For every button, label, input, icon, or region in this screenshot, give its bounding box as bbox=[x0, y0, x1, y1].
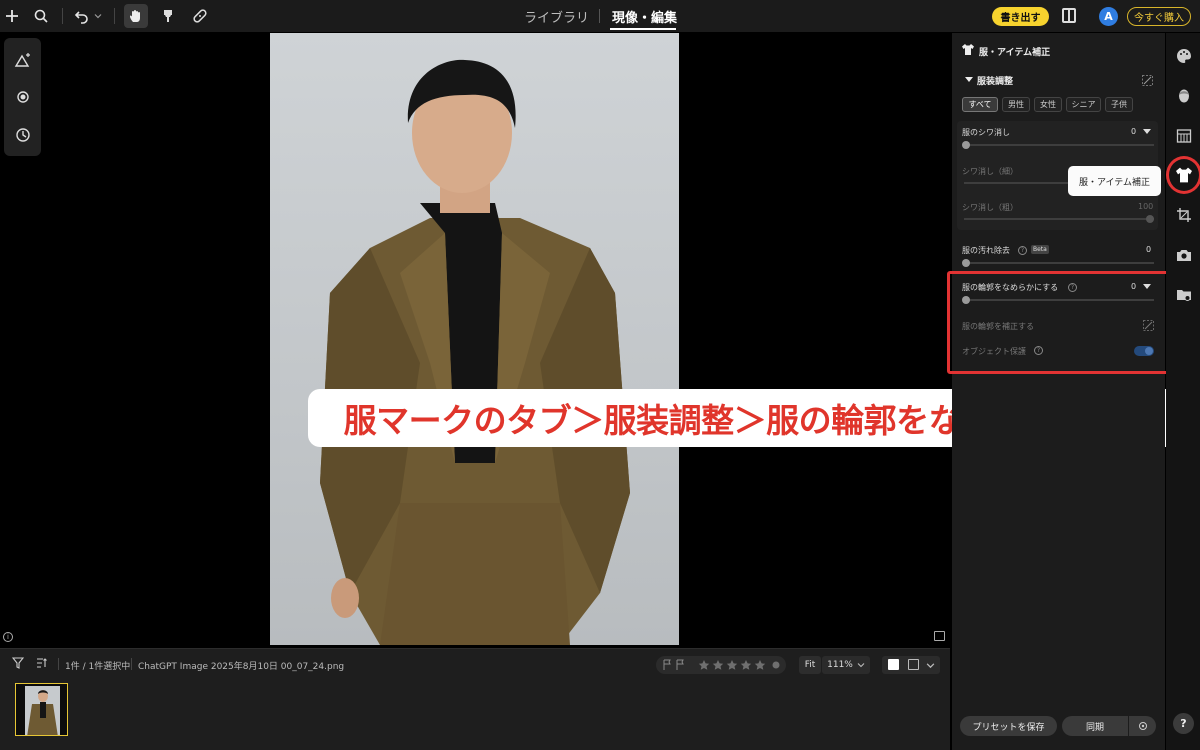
export-button[interactable]: 書き出す bbox=[992, 7, 1049, 26]
section-title[interactable]: 服装調整 bbox=[977, 74, 1013, 87]
info-icon[interactable]: i bbox=[3, 632, 13, 642]
history-icon[interactable] bbox=[13, 125, 33, 145]
sort-icon[interactable] bbox=[34, 655, 50, 671]
chip-male[interactable]: 男性 bbox=[1002, 97, 1030, 112]
color-label-icon bbox=[772, 661, 780, 669]
stain-removal-label: 服の汚れ除去 bbox=[962, 246, 1010, 255]
reset-edit-icon[interactable] bbox=[1142, 75, 1153, 86]
face-retouch-icon[interactable] bbox=[1176, 88, 1192, 104]
wrinkle-coarse-slider-handle[interactable] bbox=[1146, 215, 1154, 223]
single-view-icon[interactable] bbox=[888, 659, 899, 670]
light-icon[interactable] bbox=[13, 87, 33, 107]
wrinkle-coarse-value[interactable]: 100 bbox=[1138, 202, 1153, 211]
add-icon[interactable] bbox=[2, 6, 22, 26]
compare-view-icon[interactable] bbox=[1062, 8, 1076, 23]
avatar[interactable]: A bbox=[1099, 7, 1118, 26]
collapse-icon[interactable] bbox=[965, 77, 973, 82]
rating-flag-group bbox=[656, 656, 786, 674]
tab-develop[interactable]: 現像・編集 bbox=[612, 7, 677, 26]
buy-now-button[interactable]: 今すぐ購入 bbox=[1127, 7, 1191, 26]
stain-removal-value[interactable]: 0 bbox=[1146, 245, 1151, 254]
tab-library[interactable]: ライブラリ bbox=[524, 7, 589, 26]
panel-title: 服・アイテム補正 bbox=[979, 48, 1051, 58]
brush-tool-icon[interactable] bbox=[158, 6, 178, 26]
active-tab-indicator bbox=[610, 28, 676, 30]
wrinkle-value[interactable]: 0 bbox=[1131, 127, 1136, 136]
crop-icon[interactable] bbox=[1176, 207, 1192, 223]
wrinkle-fine-slider-track[interactable] bbox=[964, 182, 1068, 184]
help-button[interactable]: ? bbox=[1173, 713, 1194, 734]
hand-tool-icon[interactable] bbox=[124, 4, 148, 28]
panel-toggle-icon[interactable] bbox=[934, 631, 945, 641]
search-icon[interactable] bbox=[31, 6, 51, 26]
wrinkle-label: 服のシワ消し bbox=[962, 128, 1010, 137]
before-after-view-icon[interactable] bbox=[908, 659, 919, 670]
view-mode-group bbox=[882, 656, 940, 674]
star-rating-icon bbox=[698, 660, 766, 670]
stain-slider-track[interactable] bbox=[964, 262, 1154, 264]
file-name: ChatGPT Image 2025年8月10日 00_07_24.png bbox=[138, 662, 345, 672]
wrinkle-coarse-label: シワ消し（粗） bbox=[962, 203, 1018, 212]
undo-icon[interactable] bbox=[72, 6, 92, 26]
tab-divider bbox=[599, 9, 600, 23]
expand-icon[interactable] bbox=[1143, 129, 1151, 134]
divider bbox=[58, 658, 59, 670]
shirt-icon bbox=[962, 44, 974, 55]
wrinkle-fine-label: シワ消し（細） bbox=[962, 167, 1018, 176]
divider bbox=[62, 8, 63, 24]
beta-badge: Beta bbox=[1031, 245, 1049, 254]
save-preset-button[interactable]: プリセットを保存 bbox=[960, 716, 1057, 736]
sync-button[interactable]: 同期 bbox=[1062, 716, 1128, 736]
filter-icon[interactable] bbox=[10, 655, 26, 671]
sync-settings-button[interactable] bbox=[1129, 716, 1156, 736]
wrinkle-slider-handle[interactable] bbox=[962, 141, 970, 149]
stain-slider-handle[interactable] bbox=[962, 259, 970, 267]
fit-button[interactable]: Fit bbox=[799, 656, 821, 674]
portrait-photo bbox=[320, 59, 630, 645]
background-icon[interactable] bbox=[1176, 128, 1192, 144]
filmstrip: 1件 / 1件選択中 ChatGPT Image 2025年8月10日 00_0… bbox=[0, 648, 950, 750]
palette-icon[interactable] bbox=[1176, 48, 1192, 64]
chip-all[interactable]: すべて bbox=[962, 97, 998, 112]
photo-canvas[interactable] bbox=[270, 33, 679, 645]
thumbnail[interactable] bbox=[15, 683, 68, 736]
zoom-select[interactable]: 111% bbox=[822, 656, 870, 674]
gear-icon bbox=[1138, 722, 1147, 730]
zoom-value: 111% bbox=[827, 660, 853, 670]
chip-female[interactable]: 女性 bbox=[1034, 97, 1062, 112]
wrinkle-slider-track[interactable] bbox=[964, 144, 1154, 146]
chip-child[interactable]: 子供 bbox=[1105, 97, 1133, 112]
camera-icon[interactable] bbox=[1176, 247, 1192, 263]
left-tool-palette bbox=[4, 38, 41, 156]
tooltip: 服・アイテム補正 bbox=[1068, 166, 1161, 196]
export-folder-icon[interactable] bbox=[1176, 287, 1192, 303]
flag-pick-icon bbox=[663, 659, 671, 670]
help-circle-icon[interactable]: ? bbox=[1018, 246, 1027, 255]
highlight-box bbox=[947, 271, 1172, 374]
healing-tool-icon[interactable] bbox=[190, 6, 210, 26]
flag-reject-icon bbox=[676, 659, 684, 670]
divider bbox=[114, 8, 115, 24]
wrinkle-coarse-slider-track[interactable] bbox=[964, 218, 1154, 220]
auto-adjust-icon[interactable] bbox=[13, 50, 33, 70]
chevron-down-icon bbox=[857, 663, 865, 668]
divider bbox=[131, 658, 132, 670]
selection-count: 1件 / 1件選択中 bbox=[65, 662, 131, 672]
top-toolbar: ライブラリ 現像・編集 書き出す A 今すぐ購入 bbox=[0, 0, 1200, 32]
chip-senior[interactable]: シニア bbox=[1066, 97, 1101, 112]
highlight-circle bbox=[1166, 156, 1200, 194]
chevron-down-icon bbox=[926, 663, 935, 669]
undo-history-chevron-icon[interactable] bbox=[92, 6, 104, 26]
